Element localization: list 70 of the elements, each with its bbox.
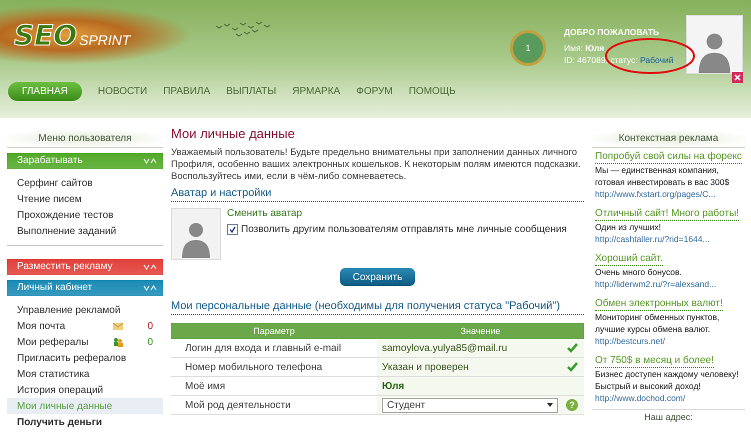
checkmark-icon [567,343,578,353]
sidebar-item[interactable]: Выполнение заданий [7,223,163,239]
sidebar-item[interactable]: Моя статистика [7,366,163,382]
welcome-title: ДОБРО ПОЖАЛОВАТЬ [564,26,660,38]
close-button[interactable] [732,72,743,83]
value-text: Указан и проверен [382,362,470,372]
chevron-icon [143,158,157,164]
sidebar-item[interactable]: Моя почта 0 [7,318,163,334]
ad-url-link[interactable]: http://cashtaller.ru/?rid=1644... [595,233,743,245]
envelope-icon [113,322,123,330]
page-title: Мои личные данные [171,126,296,141]
sidebar-item[interactable]: Чтение писем [7,191,163,207]
sidebar-item[interactable]: История операций [7,382,163,398]
ad-text: Бизнес доступен каждому человеку! Быстрый и высокий доход! [595,368,740,392]
column-header: Значение [377,323,584,339]
ad-url-link[interactable]: http://liderwm2.ru/?r=alexsand... [595,278,743,290]
sidebar-item[interactable]: Мои личные данные [7,398,163,414]
checkbox-label: Позволить другим пользователям отправлять мне личные сообщения [241,224,567,235]
nav-tab[interactable]: ФОРУМ [356,86,393,97]
ad-title-link[interactable]: Попробуй свой силы на форекс [595,151,742,164]
sidebar-item[interactable]: Управление рекламой [7,302,163,318]
menu-section-header[interactable]: Разместить рекламу [7,259,163,275]
nav-tab[interactable]: ПРАВИЛА [163,86,210,97]
ad-url-link[interactable]: http://www.dochod.com/ [595,392,743,404]
user-id: ID: 467089, статус: Рабочий [564,54,674,66]
ad-title-link[interactable]: От 750$ в месяц и более! [595,355,714,368]
change-avatar-link[interactable]: Сменить аватар [227,208,567,219]
ad-text: Мы — единственная компания, готовая инвестировать в вас 300$ [595,164,730,188]
sidebar-item[interactable]: Прохождение тестов [7,207,163,223]
sidebar-item[interactable]: Серфинг сайтов [7,175,163,191]
ad-url-link[interactable]: http://bestcurs.net/ [595,335,743,347]
checkmark-icon [567,362,578,372]
intro-text: Уважаемый пользователь! Будьте предельно внимательны при заполнении данных личного Профиля, особенно ваших электронных кошельков. К некоторым полям имеются подсказки. Воспользуйтесь ими, если в чём-либо сомневаетесь. [171,147,582,183]
sidebar-item[interactable]: Мои рефералы 0 [7,334,163,350]
sidebar-item[interactable]: Пригласить рефералов [7,350,163,366]
checkbox[interactable] [227,224,238,235]
value-text: samoylova.yulya85@mail.ru [382,342,508,354]
dropdown-caret-icon [547,403,553,407]
menu-section-header[interactable]: Личный кабинет [7,280,163,296]
ad-text: Мониторинг обменных пунктов, лучшие курсы обмена валют. [595,311,720,335]
logo-text: SEO [14,18,78,52]
logo-subtext: SPRINT [79,32,130,48]
people-icon [113,338,123,346]
nav-tab[interactable]: ВЫПЛАТЫ [226,86,276,97]
ad-text: Один из лучших! [595,221,662,233]
status-link[interactable]: Рабочий [640,55,674,65]
menu-section-header[interactable]: Зарабатывать [7,153,163,169]
section-heading: Аватар и настройки [171,187,584,202]
nav-tab[interactable]: ПОМОЩЬ [408,86,456,97]
address-title: Наш адрес: [592,409,745,422]
nav-tab[interactable]: НОВОСТИ [98,86,148,97]
sidebar-title: Меню пользователя [7,130,163,148]
nav-tab[interactable]: ГЛАВНАЯ [8,82,82,101]
sidebar-item[interactable]: Получить деньги [7,414,163,430]
section-heading: Мои персональные данные (необходимы для получения статуса "Рабочий") [171,300,584,315]
ad-title-link[interactable]: Хороший сайт. [595,253,663,266]
ad-title-link[interactable]: Обмен электронных валют! [595,298,723,311]
chevron-icon [143,264,157,270]
nav-tab[interactable]: ЯРМАРКА [292,86,340,97]
level-badge: 1 [510,30,546,66]
ad-text: Очень много бонусов. [595,266,683,278]
save-button[interactable]: Сохранить [340,268,415,286]
column-header: Параметр [171,323,377,339]
ad-title-link[interactable]: Отличный сайт! Много работы! [595,208,740,221]
value-text: Юля [382,380,406,392]
ads-title: Контекстная реклама [592,130,745,148]
chevron-icon [143,285,157,291]
user-name: Имя: Юля [564,42,606,54]
select-field[interactable]: Студент [382,398,558,412]
ad-url-link[interactable]: http://www.fxstart.org/pages/C... [595,188,743,200]
